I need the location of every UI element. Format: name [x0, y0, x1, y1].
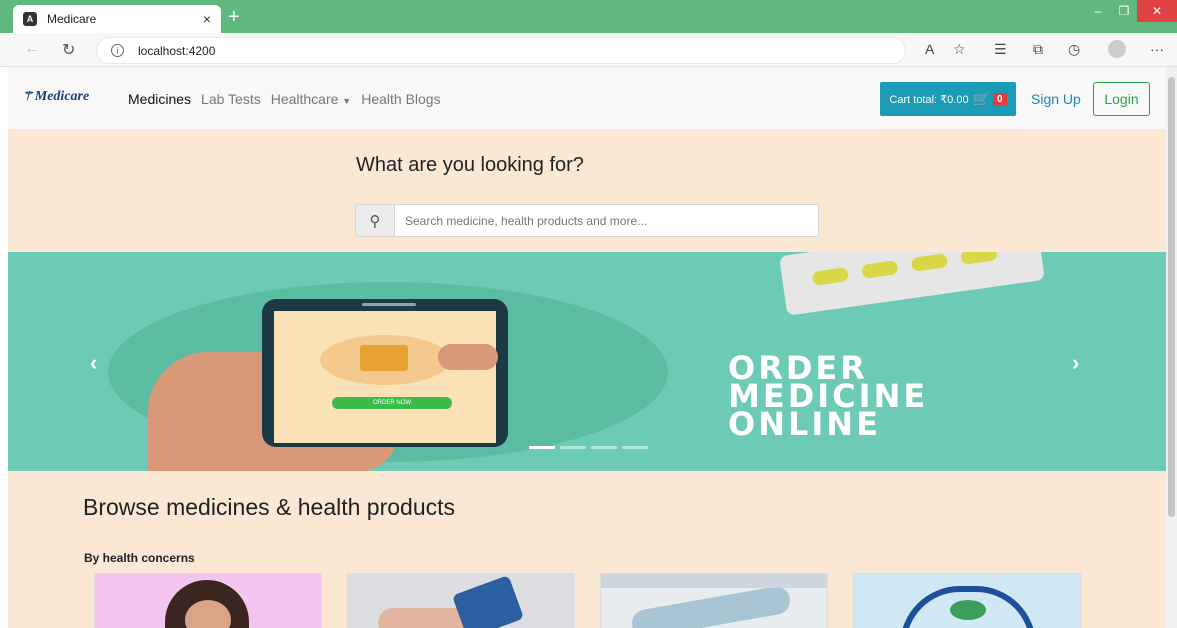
info-icon[interactable]: i: [111, 44, 124, 57]
health-concern-card[interactable]: [347, 573, 575, 628]
carousel-prev-icon[interactable]: ‹: [90, 350, 97, 376]
cart-icon: 🛒: [972, 90, 991, 107]
search-input[interactable]: [395, 205, 818, 236]
hero-carousel: ORDER NOW ORDER MEDICINE ONLINE ‹ ›: [8, 252, 1166, 471]
cart-total: Cart total: ₹0.00: [889, 93, 969, 106]
angular-favicon-icon: A: [23, 12, 37, 26]
browser-tab[interactable]: A Medicare ×: [13, 5, 221, 33]
login-button[interactable]: Login: [1093, 82, 1150, 116]
more-options-icon[interactable]: ···: [1150, 41, 1164, 57]
health-concern-card[interactable]: [94, 573, 322, 628]
carousel-indicator[interactable]: [622, 446, 648, 449]
carousel-indicator[interactable]: [529, 446, 555, 449]
window-controls: – ❐ ✕: [1085, 0, 1177, 22]
nav-link-healthcare[interactable]: Healthcare ▼: [271, 91, 352, 107]
caret-down-icon: ▼: [342, 96, 352, 106]
banner-headline: ORDER MEDICINE ONLINE: [728, 349, 929, 443]
page-scrollbar[interactable]: [1166, 67, 1177, 628]
carousel-indicator[interactable]: [560, 446, 586, 449]
site-navbar: ⚚ Medicare Medicines Lab Tests Healthcare…: [8, 67, 1166, 129]
search-icon[interactable]: ⚲: [356, 205, 395, 236]
scroll-thumb[interactable]: [1168, 77, 1175, 517]
nav-link-medicines[interactable]: Medicines: [128, 91, 191, 107]
window-close-icon[interactable]: ✕: [1137, 0, 1177, 22]
carousel-indicators: [529, 446, 648, 449]
tab-close-icon[interactable]: ×: [203, 11, 211, 27]
restore-icon[interactable]: ❐: [1111, 0, 1137, 22]
refresh-icon[interactable]: ↻: [62, 40, 75, 60]
health-concern-card[interactable]: [853, 573, 1081, 628]
minimize-icon[interactable]: –: [1085, 0, 1111, 22]
nav-link-health-blogs[interactable]: Health Blogs: [361, 91, 440, 107]
carousel-indicator[interactable]: [591, 446, 617, 449]
address-bar: ← ↻ i localhost:4200 A ☆ ☰ ⧉ ◷ ···: [0, 33, 1177, 67]
back-arrow-icon[interactable]: ←: [24, 40, 40, 58]
carousel-next-icon[interactable]: ›: [1072, 350, 1079, 376]
add-favorite-icon[interactable]: ☆: [953, 41, 966, 58]
nav-link-lab-tests[interactable]: Lab Tests: [201, 91, 261, 107]
tab-title: Medicare: [47, 12, 97, 26]
url-field[interactable]: i localhost:4200: [96, 37, 906, 64]
nav-links: Medicines Lab Tests Healthcare ▼ Health …: [128, 91, 441, 107]
new-tab-button[interactable]: +: [228, 6, 240, 29]
page-content: ⚚ Medicare Medicines Lab Tests Healthcare…: [8, 67, 1166, 628]
caduceus-logo-icon: ⚚: [22, 89, 33, 103]
health-concern-card[interactable]: [600, 573, 828, 628]
signup-link[interactable]: Sign Up: [1031, 91, 1081, 107]
finger-image: [438, 344, 498, 370]
order-now-graphic: ORDER NOW: [332, 397, 452, 409]
cart-button[interactable]: Cart total: ₹0.00 🛒 0: [880, 82, 1016, 116]
health-concerns-label: By health concerns: [84, 551, 195, 565]
read-aloud-icon[interactable]: A: [925, 41, 934, 57]
collections-icon[interactable]: ⧉: [1033, 41, 1043, 58]
search-bar: ⚲: [355, 204, 819, 237]
history-icon[interactable]: ◷: [1068, 41, 1080, 58]
phone-image: ORDER NOW: [262, 299, 508, 447]
pill-blister-image: [779, 252, 1045, 316]
cart-count-badge: 0: [993, 92, 1007, 106]
browse-section-title: Browse medicines & health products: [83, 494, 456, 520]
site-logo[interactable]: ⚚ Medicare: [22, 89, 89, 105]
browser-tab-strip: A Medicare × + – ❐ ✕: [0, 0, 1177, 33]
favorites-icon[interactable]: ☰: [994, 41, 1007, 58]
profile-avatar-icon[interactable]: [1108, 40, 1126, 58]
medicine-box-icon: [360, 345, 408, 371]
hero-title: What are you looking for?: [356, 154, 584, 176]
url-text: localhost:4200: [138, 43, 216, 58]
